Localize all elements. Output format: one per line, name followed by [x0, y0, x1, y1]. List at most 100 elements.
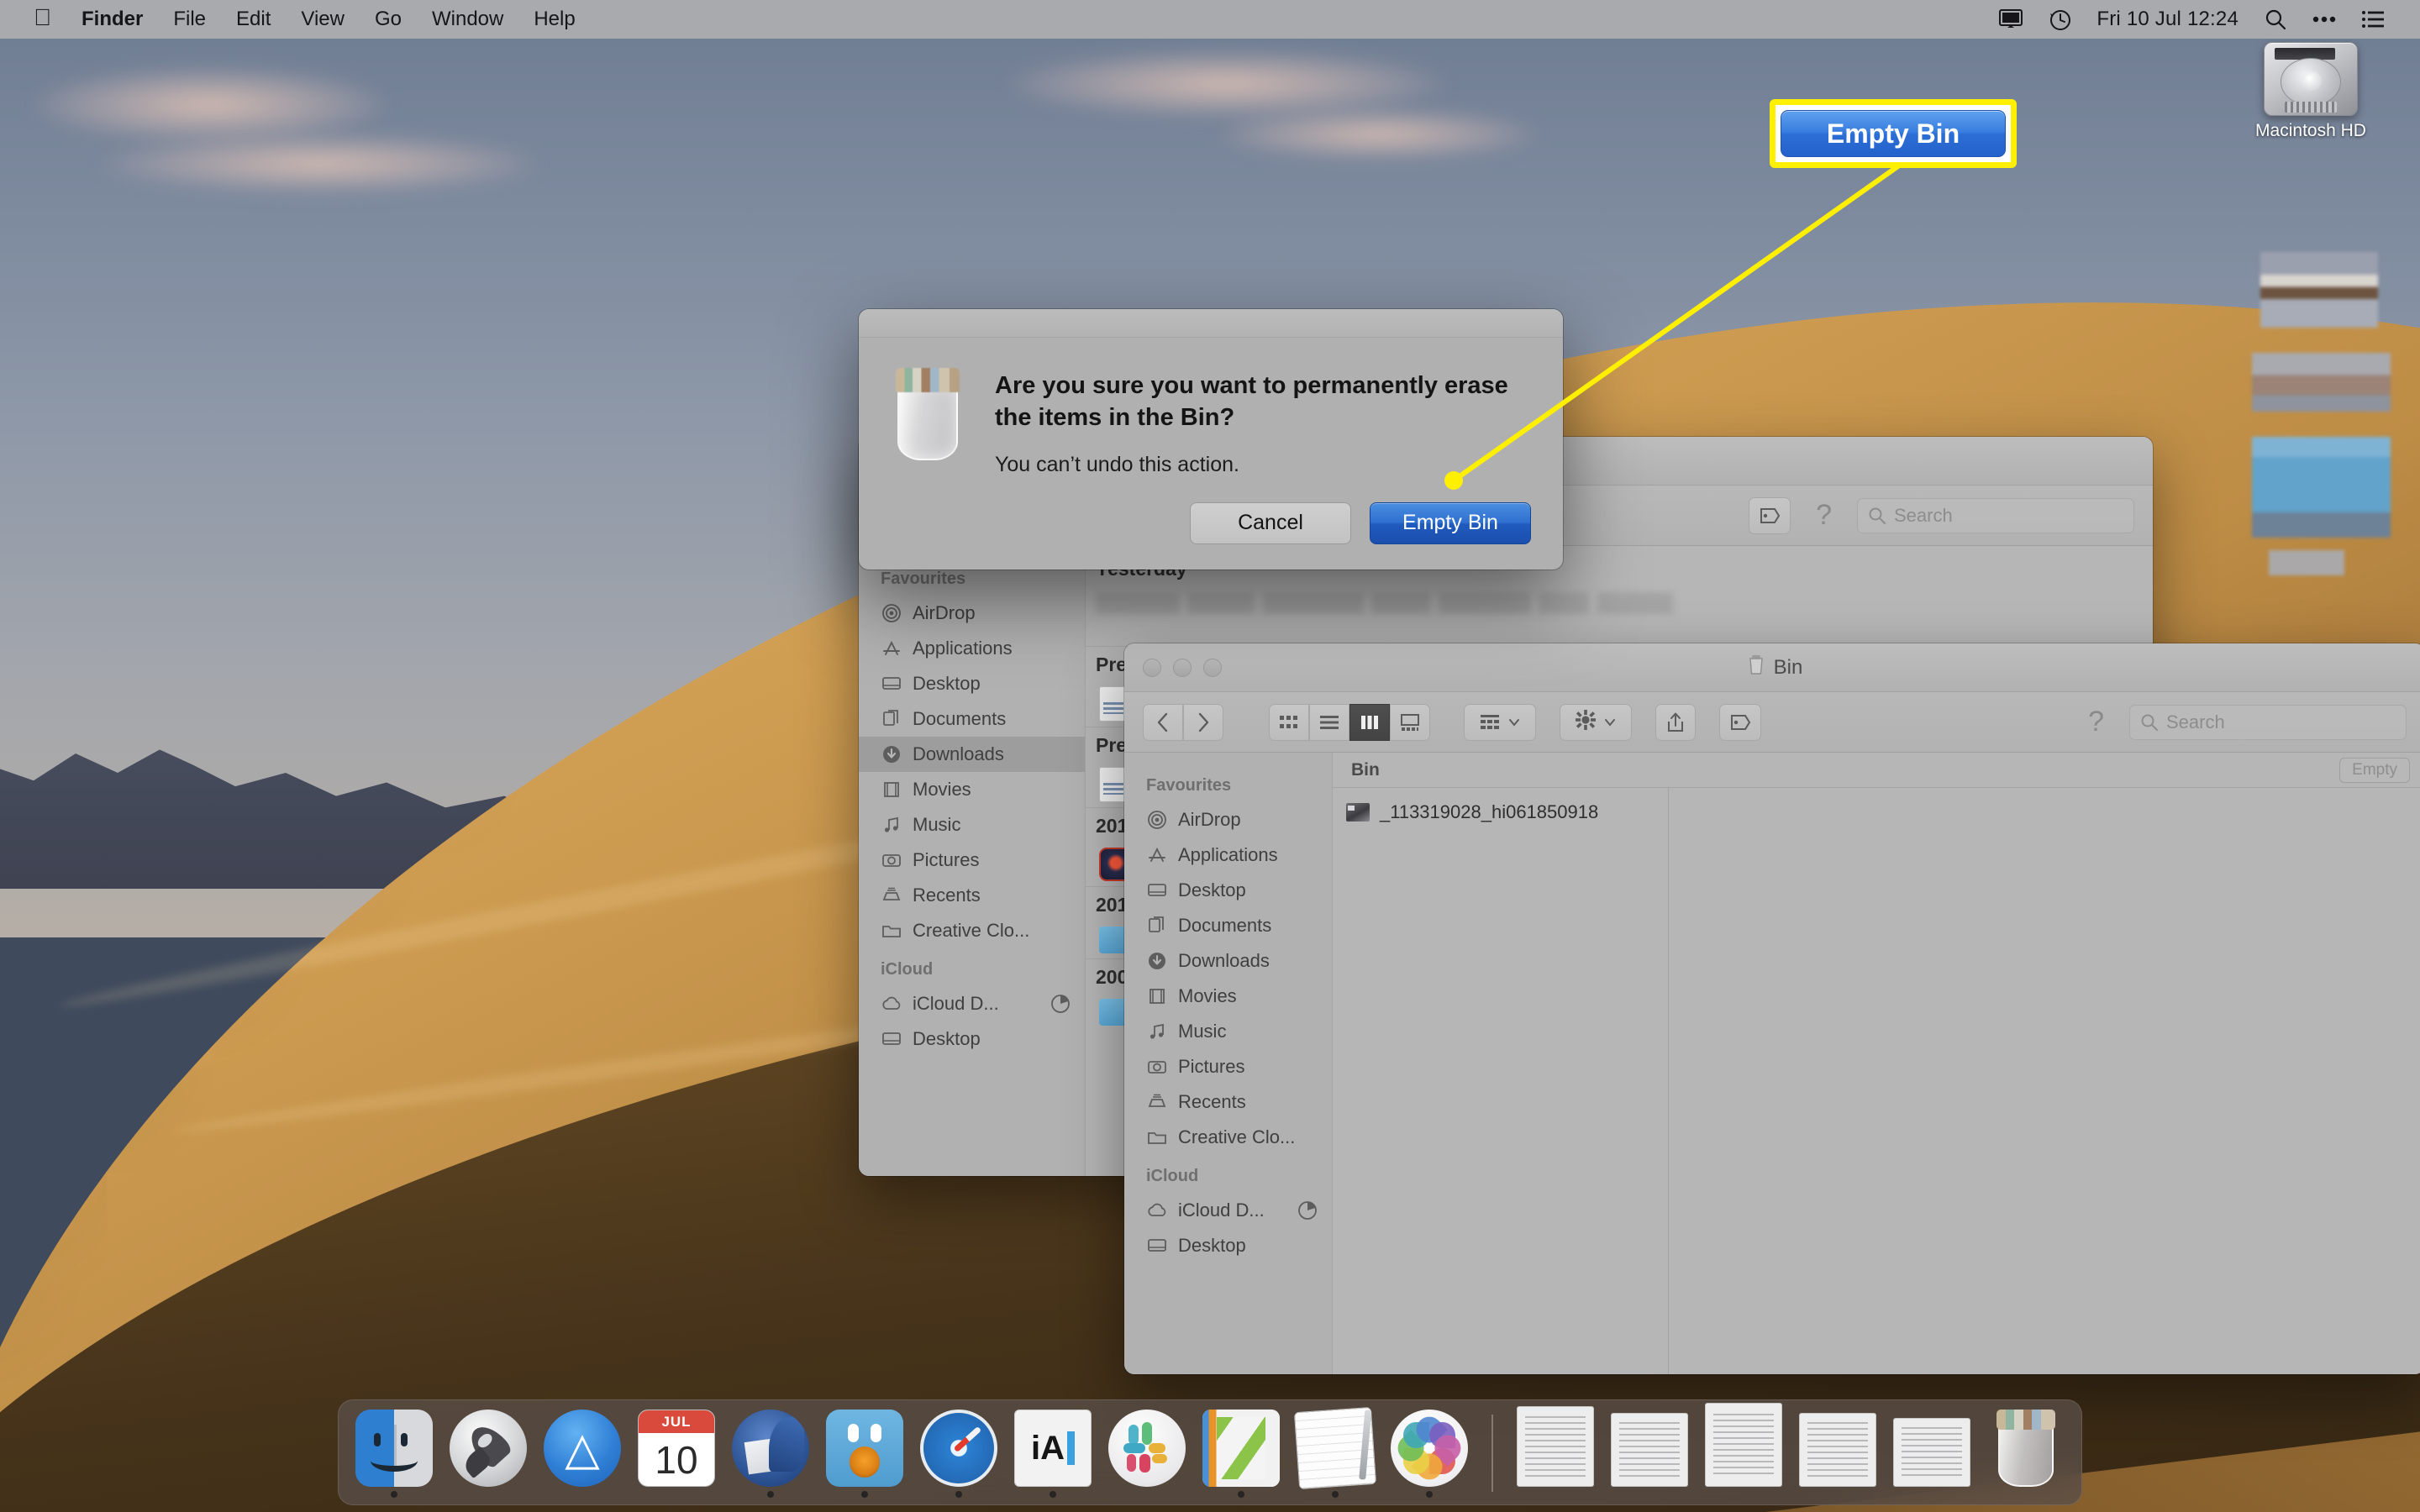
sidebar-item-airdrop[interactable]: AirDrop — [859, 596, 1085, 631]
menu-item-window[interactable]: Window — [417, 0, 518, 39]
empty-bin-alert-dialog[interactable]: Are you sure you want to permanently era… — [859, 309, 1563, 570]
menu-item-edit[interactable]: Edit — [221, 0, 286, 39]
help-icon[interactable]: ? — [2075, 706, 2118, 738]
document-thumbnail-icon — [1517, 1406, 1594, 1487]
sidebar[interactable]: Favourites AirDrop Applications Desktop … — [1124, 753, 1333, 1374]
dock-item-app-store[interactable]: △ — [542, 1410, 623, 1498]
window-title-bar[interactable]: Bin — [1124, 643, 2420, 692]
dock-document-2[interactable] — [1609, 1413, 1690, 1498]
group-by-button[interactable] — [1464, 704, 1536, 741]
menu-bar-clock[interactable]: Fri 10 Jul 12:24 — [2086, 8, 2249, 31]
time-machine-icon[interactable] — [2038, 0, 2081, 39]
dock-document-5[interactable] — [1891, 1418, 1972, 1498]
sidebar-item-music[interactable]: Music — [1124, 1014, 1332, 1049]
dock-item-safari[interactable] — [918, 1410, 999, 1498]
sidebar-item-movies[interactable]: Movies — [859, 772, 1085, 807]
menu-bar[interactable]:  Finder File Edit View Go Window Help F… — [0, 0, 2420, 39]
dock-item-trash[interactable] — [1986, 1410, 2066, 1498]
window-toolbar[interactable]: ? Search — [1124, 692, 2420, 753]
column-view-area[interactable]: Bin Empty _113319028_hi061850918 — [1333, 753, 2420, 1374]
minimize-button[interactable] — [1173, 659, 1192, 677]
sidebar-item-pictures[interactable]: Pictures — [859, 843, 1085, 878]
dock-item-notes[interactable] — [1295, 1410, 1376, 1498]
search-field[interactable]: Search — [2129, 705, 2407, 740]
menu-item-go[interactable]: Go — [360, 0, 417, 39]
file-row[interactable]: _113319028_hi061850918 — [1333, 796, 1668, 828]
sidebar-item-icloud-desktop[interactable]: Desktop — [1124, 1228, 1332, 1263]
search-icon[interactable] — [2254, 0, 2297, 39]
folder-icon — [1146, 1126, 1168, 1148]
display-icon[interactable] — [1989, 0, 2033, 39]
sidebar-item-applications[interactable]: Applications — [859, 631, 1085, 666]
dock-item-finder[interactable] — [354, 1410, 434, 1498]
sidebar-item-creative-cloud[interactable]: Creative Clo... — [859, 913, 1085, 948]
sidebar-item-desktop[interactable]: Desktop — [859, 666, 1085, 701]
dock-document-4[interactable] — [1797, 1413, 1878, 1498]
search-placeholder: Search — [2166, 711, 2225, 733]
dock-item-slack[interactable] — [1107, 1410, 1187, 1498]
sidebar-item-documents[interactable]: Documents — [859, 701, 1085, 737]
sidebar-item-recents[interactable]: Recents — [1124, 1084, 1332, 1120]
control-center-icon[interactable] — [2302, 0, 2346, 39]
sidebar-item-movies[interactable]: Movies — [1124, 979, 1332, 1014]
menu-item-help[interactable]: Help — [518, 0, 590, 39]
sidebar-item-desktop[interactable]: Desktop — [1124, 873, 1332, 908]
navigation-buttons[interactable] — [1143, 704, 1223, 741]
share-button[interactable] — [1655, 704, 1696, 741]
dock-item-ia-writer[interactable]: iA — [1013, 1410, 1093, 1498]
icon-view-button[interactable] — [1269, 704, 1309, 741]
sidebar-item-documents[interactable]: Documents — [1124, 908, 1332, 943]
notification-center-icon[interactable] — [2351, 0, 2395, 39]
sidebar-item-applications[interactable]: Applications — [1124, 837, 1332, 873]
blurred-file-row[interactable] — [1086, 592, 2153, 639]
sidebar-item-airdrop[interactable]: AirDrop — [1124, 802, 1332, 837]
sidebar-item-recents[interactable]: Recents — [859, 878, 1085, 913]
sidebar-item-pictures[interactable]: Pictures — [1124, 1049, 1332, 1084]
sidebar-item-label: Recents — [1178, 1091, 1246, 1113]
pictures-icon — [881, 849, 902, 871]
sidebar-item-downloads[interactable]: Downloads — [859, 737, 1085, 772]
tag-button[interactable] — [1719, 704, 1761, 741]
apple-logo-icon[interactable]:  — [34, 6, 66, 33]
tag-button[interactable] — [1749, 497, 1791, 534]
callout-empty-bin-button[interactable]: Empty Bin — [1781, 110, 2006, 157]
menu-item-view[interactable]: View — [286, 0, 360, 39]
cancel-button[interactable]: Cancel — [1190, 502, 1351, 544]
sidebar-item-icloud-drive[interactable]: iCloud D... — [859, 986, 1085, 1021]
sidebar-item-icloud-desktop[interactable]: Desktop — [859, 1021, 1085, 1057]
column-bin[interactable]: _113319028_hi061850918 — [1333, 788, 1669, 1374]
desktop-icon-macintosh-hd[interactable]: Macintosh HD — [2235, 42, 2386, 141]
dock[interactable]: △ JUL 10 iA — [338, 1399, 2082, 1505]
dock-item-tweetbot[interactable] — [824, 1410, 905, 1498]
dock-item-launchpad[interactable] — [448, 1410, 529, 1498]
column-view-button[interactable] — [1349, 704, 1390, 741]
sidebar-item-downloads[interactable]: Downloads — [1124, 943, 1332, 979]
list-view-button[interactable] — [1309, 704, 1349, 741]
maximize-button[interactable] — [1203, 659, 1222, 677]
dock-item-kindle[interactable] — [1201, 1410, 1281, 1498]
dock-item-calendar[interactable]: JUL 10 — [636, 1410, 717, 1498]
view-mode-buttons[interactable] — [1269, 704, 1430, 741]
dock-document-3[interactable] — [1703, 1403, 1784, 1498]
sidebar-item-music[interactable]: Music — [859, 807, 1085, 843]
dock-item-thunderbird[interactable] — [730, 1410, 811, 1498]
traffic-lights[interactable] — [1124, 659, 1222, 677]
help-icon[interactable]: ? — [1802, 499, 1845, 532]
search-field[interactable]: Search — [1857, 498, 2134, 533]
empty-button[interactable]: Empty — [2339, 758, 2410, 783]
forward-button[interactable] — [1183, 704, 1223, 741]
close-button[interactable] — [1143, 659, 1161, 677]
sidebar-item-icloud-drive[interactable]: iCloud D... — [1124, 1193, 1332, 1228]
dock-document-1[interactable] — [1515, 1406, 1596, 1498]
sidebar[interactable]: Favourites AirDrop Applications Desktop … — [859, 546, 1086, 1176]
back-button[interactable] — [1143, 704, 1183, 741]
gear-button[interactable] — [1560, 704, 1632, 741]
empty-bin-button[interactable]: Empty Bin — [1370, 502, 1531, 544]
gallery-view-button[interactable] — [1390, 704, 1430, 741]
sidebar-item-creative-cloud[interactable]: Creative Clo... — [1124, 1120, 1332, 1155]
dock-item-photos[interactable] — [1389, 1410, 1470, 1498]
bin-finder-window[interactable]: Bin — [1124, 643, 2420, 1374]
alert-title-bar[interactable] — [859, 309, 1563, 338]
menu-item-file[interactable]: File — [158, 0, 221, 39]
menu-item-finder[interactable]: Finder — [66, 0, 158, 39]
